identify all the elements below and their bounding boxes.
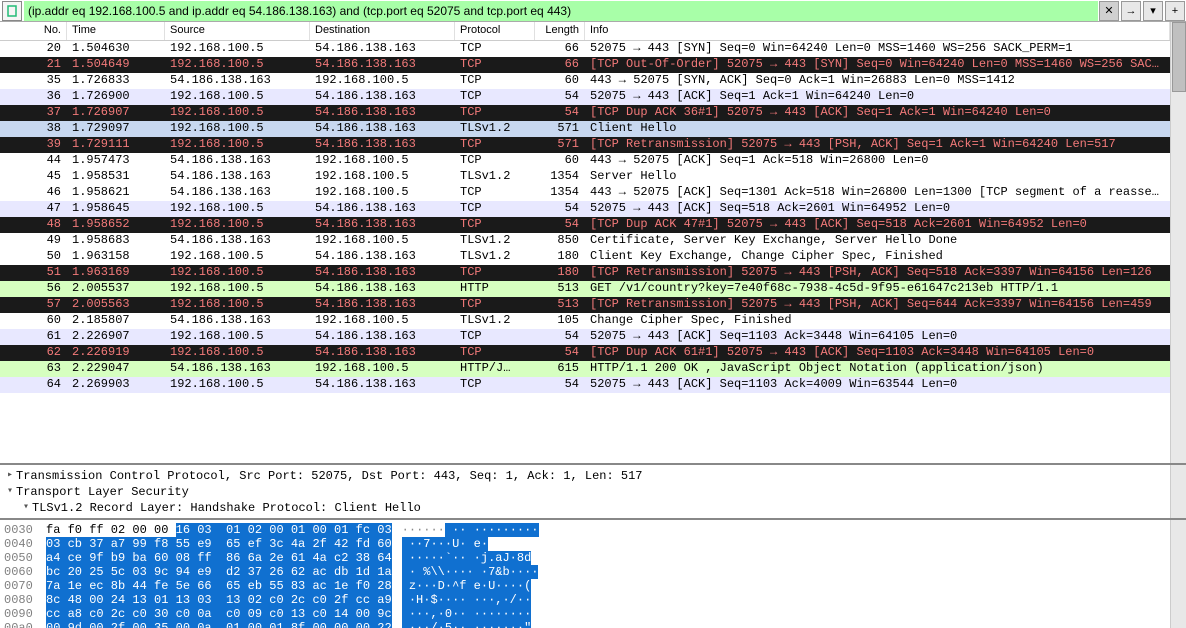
packet-row[interactable]: 441.95747354.186.138.163192.168.100.5TCP… — [0, 153, 1170, 169]
packet-row[interactable]: 481.958652192.168.100.554.186.138.163TCP… — [0, 217, 1170, 233]
detail-tree-row[interactable]: ▾Transport Layer Security — [4, 484, 1166, 500]
col-header-length[interactable]: Length — [535, 22, 585, 40]
hex-offset: 0090 — [4, 607, 46, 621]
packet-list-header[interactable]: No. Time Source Destination Protocol Len… — [0, 22, 1170, 41]
packet-details-pane: ▸Transmission Control Protocol, Src Port… — [0, 465, 1186, 520]
packet-list-scrollbar[interactable] — [1170, 22, 1186, 463]
packet-row[interactable]: 612.226907192.168.100.554.186.138.163TCP… — [0, 329, 1170, 345]
packet-row[interactable]: 351.72683354.186.138.163192.168.100.5TCP… — [0, 73, 1170, 89]
close-icon: ✕ — [1104, 4, 1113, 17]
packet-list-pane: No. Time Source Destination Protocol Len… — [0, 22, 1186, 465]
hex-row[interactable]: 0030 fa f0 ff 02 00 00 16 03 01 02 00 01… — [4, 523, 1166, 537]
hex-row[interactable]: 0070 7a 1e ec 8b 44 fe 5e 66 65 eb 55 83… — [4, 579, 1166, 593]
hex-offset: 0040 — [4, 537, 46, 551]
detail-tree-row[interactable]: ▸Transmission Control Protocol, Src Port… — [4, 468, 1166, 484]
col-header-no[interactable]: No. — [0, 22, 67, 40]
packet-row[interactable]: 501.963158192.168.100.554.186.138.163TLS… — [0, 249, 1170, 265]
detail-tree-label: Transmission Control Protocol, Src Port:… — [16, 468, 643, 484]
packet-row[interactable]: 451.95853154.186.138.163192.168.100.5TLS… — [0, 169, 1170, 185]
apply-filter-button[interactable]: → — [1121, 1, 1141, 21]
col-header-info[interactable]: Info — [585, 22, 1170, 40]
packet-row[interactable]: 602.18580754.186.138.163192.168.100.5TLS… — [0, 313, 1170, 329]
col-header-protocol[interactable]: Protocol — [455, 22, 535, 40]
hex-offset: 0080 — [4, 593, 46, 607]
packet-row[interactable]: 471.958645192.168.100.554.186.138.163TCP… — [0, 201, 1170, 217]
packet-row[interactable]: 361.726900192.168.100.554.186.138.163TCP… — [0, 89, 1170, 105]
col-header-time[interactable]: Time — [67, 22, 165, 40]
hex-offset: 0050 — [4, 551, 46, 565]
packet-row[interactable]: 511.963169192.168.100.554.186.138.163TCP… — [0, 265, 1170, 281]
details-scrollbar[interactable] — [1170, 465, 1186, 518]
packet-bytes-pane: 0030 fa f0 ff 02 00 00 16 03 01 02 00 01… — [0, 520, 1186, 628]
display-filter-input[interactable] — [24, 1, 1098, 21]
packet-row[interactable]: 391.729111192.168.100.554.186.138.163TCP… — [0, 137, 1170, 153]
packet-row[interactable]: 211.504649192.168.100.554.186.138.163TCP… — [0, 57, 1170, 73]
filter-dropdown-button[interactable]: ▾ — [1143, 1, 1163, 21]
hex-row[interactable]: 00a0 00 9d 00 2f 00 35 00 0a 01 00 01 8f… — [4, 621, 1166, 628]
hex-row[interactable]: 0060 bc 20 25 5c 03 9c 94 e9 d2 37 26 62… — [4, 565, 1166, 579]
detail-tree-label: TLSv1.2 Record Layer: Handshake Protocol… — [32, 500, 421, 516]
packet-row[interactable]: 201.504630192.168.100.554.186.138.163TCP… — [0, 41, 1170, 57]
expand-right-icon[interactable]: ▸ — [4, 468, 16, 484]
hex-offset: 00a0 — [4, 621, 46, 628]
packet-row[interactable]: 562.005537192.168.100.554.186.138.163HTT… — [0, 281, 1170, 297]
detail-tree-label: Transport Layer Security — [16, 484, 189, 500]
packet-row[interactable]: 642.269903192.168.100.554.186.138.163TCP… — [0, 377, 1170, 393]
scrollbar-thumb[interactable] — [1172, 22, 1186, 92]
hex-scrollbar[interactable] — [1170, 520, 1186, 628]
clear-filter-button[interactable]: ✕ — [1099, 1, 1119, 21]
expand-down-icon[interactable]: ▾ — [20, 500, 32, 516]
plus-icon: + — [1172, 5, 1178, 17]
packet-row[interactable]: 622.226919192.168.100.554.186.138.163TCP… — [0, 345, 1170, 361]
hex-row[interactable]: 0040 03 cb 37 a7 99 f8 55 e9 65 ef 3c 4a… — [4, 537, 1166, 551]
detail-tree-row[interactable]: ▾TLSv1.2 Record Layer: Handshake Protoco… — [4, 500, 1166, 516]
packet-row[interactable]: 371.726907192.168.100.554.186.138.163TCP… — [0, 105, 1170, 121]
hex-offset: 0060 — [4, 565, 46, 579]
bookmark-icon[interactable] — [2, 1, 22, 21]
chevron-down-icon: ▾ — [1150, 4, 1156, 17]
hex-row[interactable]: 0080 8c 48 00 24 13 01 13 03 13 02 c0 2c… — [4, 593, 1166, 607]
hex-row[interactable]: 0090 cc a8 c0 2c c0 30 c0 0a c0 09 c0 13… — [4, 607, 1166, 621]
arrow-right-icon: → — [1126, 5, 1137, 17]
col-header-source[interactable]: Source — [165, 22, 310, 40]
packet-row[interactable]: 632.22904754.186.138.163192.168.100.5HTT… — [0, 361, 1170, 377]
packet-row[interactable]: 381.729097192.168.100.554.186.138.163TLS… — [0, 121, 1170, 137]
display-filter-bar: ✕ → ▾ + — [0, 0, 1186, 22]
packet-row[interactable]: 491.95868354.186.138.163192.168.100.5TLS… — [0, 233, 1170, 249]
hex-offset: 0070 — [4, 579, 46, 593]
hex-row[interactable]: 0050 a4 ce 9f b9 ba 60 08 ff 86 6a 2e 61… — [4, 551, 1166, 565]
col-header-destination[interactable]: Destination — [310, 22, 455, 40]
add-filter-button[interactable]: + — [1165, 1, 1185, 21]
packet-row[interactable]: 461.95862154.186.138.163192.168.100.5TCP… — [0, 185, 1170, 201]
packet-row[interactable]: 572.005563192.168.100.554.186.138.163TCP… — [0, 297, 1170, 313]
expand-down-icon[interactable]: ▾ — [4, 484, 16, 500]
hex-offset: 0030 — [4, 523, 46, 537]
